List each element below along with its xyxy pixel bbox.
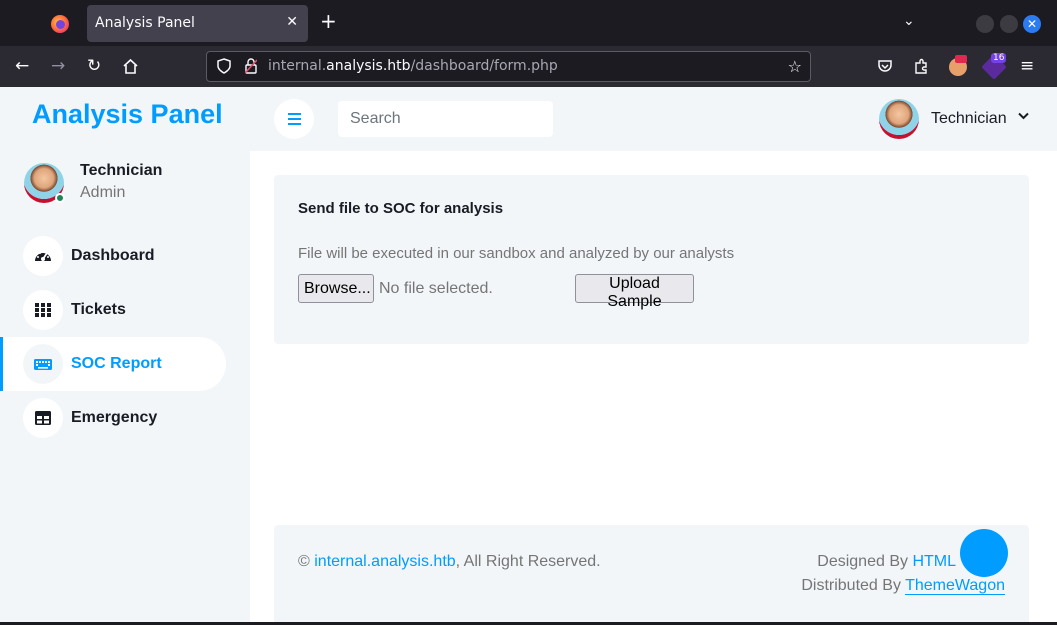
tachometer-icon [23, 236, 63, 276]
browser-tab-bar: Analysis Panel ✕ + ⌄ ✕ [0, 0, 1057, 46]
upload-form-card: Send file to SOC for analysis File will … [274, 175, 1029, 344]
new-tab-button[interactable]: + [320, 11, 337, 31]
search-input[interactable] [338, 101, 553, 137]
footer-distributed-by: Distributed By ThemeWagon [801, 577, 1005, 595]
keyboard-icon [23, 344, 63, 384]
tab-list-chevron-icon[interactable]: ⌄ [903, 13, 915, 29]
firefox-logo-icon [51, 15, 69, 33]
header-user-name[interactable]: Technician [931, 110, 1007, 128]
distributed-by-label: Distributed By [801, 577, 901, 594]
table-icon [23, 398, 63, 438]
footer: © internal.analysis.htb, All Right Reser… [274, 525, 1029, 622]
extensions-puzzle-icon[interactable] [913, 58, 930, 75]
url-host: analysis.htb [326, 58, 411, 74]
reload-icon[interactable]: ↻ [87, 56, 101, 76]
page: Analysis Panel Technician Admin Dashboar… [0, 87, 1057, 622]
browse-button[interactable]: Browse... [298, 274, 374, 303]
designed-by-label: Designed By [817, 553, 908, 570]
window-minimize-button[interactable] [976, 15, 994, 33]
sidebar-toggle-button[interactable] [274, 99, 314, 139]
extension-badge: 16 [991, 53, 1007, 63]
tab-title: Analysis Panel [95, 15, 195, 31]
grid-icon [23, 290, 63, 330]
tracking-shield-icon[interactable] [217, 58, 231, 74]
url-text[interactable]: internal.analysis.htb/dashboard/form.php [268, 58, 558, 74]
file-input-row: Browse... No file selected. Upload Sampl… [298, 274, 798, 310]
pocket-icon[interactable] [877, 58, 893, 74]
url-bar[interactable]: internal.analysis.htb/dashboard/form.php… [206, 51, 811, 82]
browser-tab[interactable]: Analysis Panel ✕ [87, 5, 308, 42]
file-status-text: No file selected. [379, 280, 493, 297]
footer-copyright: © internal.analysis.htb, All Right Reser… [298, 553, 601, 571]
top-navbar: Technician [250, 87, 1057, 151]
form-title: Send file to SOC for analysis [298, 200, 504, 217]
url-prefix: internal. [268, 58, 327, 74]
sidebar-item-label: Tickets [71, 301, 126, 318]
cookie-extension-icon[interactable] [949, 55, 967, 76]
forward-arrow-icon[interactable]: → [51, 56, 65, 76]
window-close-button[interactable]: ✕ [1023, 15, 1041, 33]
sidebar-avatar [24, 163, 65, 203]
sidebar-menu: Dashboard Tickets SOC Report Emergency [0, 229, 250, 445]
back-to-top-button[interactable] [960, 529, 1008, 577]
footer-site-link[interactable]: internal.analysis.htb [314, 553, 455, 570]
copyright-symbol: © [298, 553, 310, 570]
footer-designed-by: Designed By HTML [817, 553, 956, 571]
chevron-down-icon[interactable] [1018, 112, 1029, 120]
upload-sample-button[interactable]: Upload Sample [575, 274, 694, 310]
tab-close-icon[interactable]: ✕ [286, 14, 298, 30]
sidebar-user-role: Admin [80, 184, 126, 201]
window-maximize-button[interactable] [1000, 15, 1018, 33]
url-path: /dashboard/form.php [410, 58, 558, 74]
header-avatar[interactable] [879, 99, 919, 139]
hamburger-menu-icon[interactable]: ≡ [1020, 56, 1034, 76]
sidebar-item-label: SOC Report [71, 355, 162, 372]
footer-distributor-link[interactable]: ThemeWagon [905, 577, 1005, 595]
back-arrow-icon[interactable]: ← [15, 56, 29, 76]
insecure-lock-icon[interactable] [245, 58, 257, 74]
home-icon[interactable] [122, 58, 139, 75]
sidebar-item-dashboard[interactable]: Dashboard [0, 229, 226, 283]
sidebar-item-label: Emergency [71, 409, 158, 426]
sidebar-item-label: Dashboard [71, 247, 155, 264]
bookmark-star-icon[interactable]: ☆ [788, 57, 802, 76]
footer-designer-link[interactable]: HTML [912, 553, 956, 570]
browser-nav-bar: ← → ↻ internal.analysis.htb/dashboard/fo… [0, 46, 1057, 87]
sidebar-item-soc-report[interactable]: SOC Report [0, 337, 226, 391]
online-status-dot [55, 193, 65, 203]
brand-title[interactable]: Analysis Panel [32, 99, 223, 130]
sidebar: Analysis Panel Technician Admin Dashboar… [0, 87, 250, 622]
form-description: File will be executed in our sandbox and… [298, 245, 735, 262]
sidebar-item-tickets[interactable]: Tickets [0, 283, 226, 337]
footer-rights-text: , All Right Reserved. [455, 553, 601, 570]
sidebar-user-name: Technician [80, 162, 163, 179]
sidebar-item-emergency[interactable]: Emergency [0, 391, 226, 445]
